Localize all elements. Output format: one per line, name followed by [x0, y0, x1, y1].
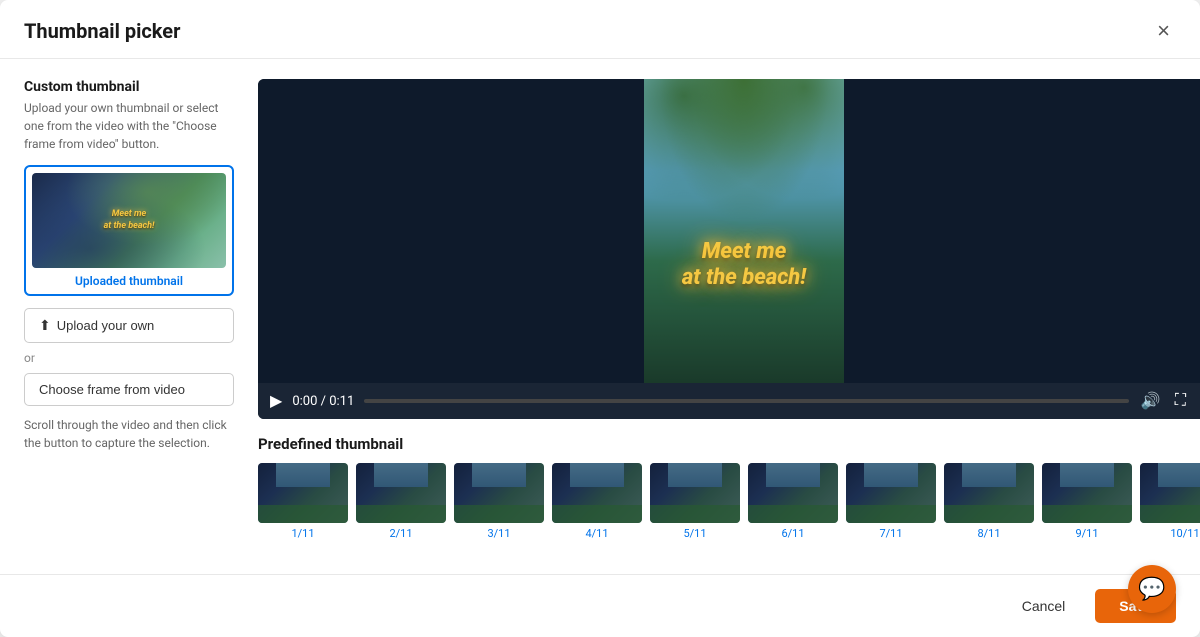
thumbnail-image: [846, 463, 936, 523]
thumbnail-label: 3/11: [487, 527, 510, 540]
thumbnail-item[interactable]: 2/11: [356, 463, 446, 540]
thumbnail-item[interactable]: 6/11: [748, 463, 838, 540]
thumbnail-item[interactable]: 10/11: [1140, 463, 1200, 540]
or-divider: or: [24, 351, 234, 365]
custom-thumbnail-title: Custom thumbnail: [24, 79, 234, 95]
thumbnail-label: 8/11: [977, 527, 1000, 540]
thumbnail-image: [650, 463, 740, 523]
thumbnail-label: 10/11: [1170, 527, 1199, 540]
thumb-green-area: [748, 505, 838, 523]
thumbnail-label: 7/11: [879, 527, 902, 540]
thumb-green-area: [454, 505, 544, 523]
close-button[interactable]: ×: [1151, 18, 1176, 44]
thumbnail-image: [944, 463, 1034, 523]
video-player[interactable]: Meet me at the beach! ▶ 0:00 / 0:11 🔊 ⛶ …: [258, 79, 1200, 419]
thumbnail-image: [454, 463, 544, 523]
thumb-green-area: [356, 505, 446, 523]
thumbnail-image: [748, 463, 838, 523]
modal-title: Thumbnail picker: [24, 19, 180, 43]
fullscreen-button[interactable]: ⛶: [1173, 392, 1188, 410]
thumb-green-area: [552, 505, 642, 523]
thumbnails-scroll-container[interactable]: 1/11 2/11 3/11 4/11 5/11 6/11 7/11 8/11 9/11 10/1…: [258, 463, 1200, 544]
modal-header: Thumbnail picker ×: [0, 0, 1200, 59]
chat-icon: 💬: [1138, 577, 1165, 602]
thumbnail-label: 4/11: [585, 527, 608, 540]
right-panel: Meet me at the beach! ▶ 0:00 / 0:11 🔊 ⛶ …: [258, 79, 1200, 574]
thumbnail-item[interactable]: 1/11: [258, 463, 348, 540]
selected-thumbnail-box[interactable]: Meet meat the beach! Uploaded thumbnail: [24, 165, 234, 296]
thumb-green-area: [846, 505, 936, 523]
video-palm-area: Meet me at the beach!: [644, 79, 844, 383]
thumb-green-area: [650, 505, 740, 523]
thumbnail-picker-modal: Thumbnail picker × Custom thumbnail Uplo…: [0, 0, 1200, 637]
thumbnail-label: 1/11: [291, 527, 314, 540]
upload-icon: ⬆: [39, 317, 51, 334]
cancel-button[interactable]: Cancel: [1004, 590, 1084, 622]
thumbnail-text-overlay: Meet meat the beach!: [104, 209, 155, 232]
play-button[interactable]: ▶: [270, 391, 282, 411]
upload-own-button[interactable]: ⬆ Upload your own: [24, 308, 234, 343]
thumbnail-label: 9/11: [1075, 527, 1098, 540]
palm-leaves: [644, 79, 844, 246]
thumbnail-uploaded-label: Uploaded thumbnail: [32, 274, 226, 288]
thumbnail-image: [356, 463, 446, 523]
chat-bubble-button[interactable]: 💬: [1128, 565, 1176, 613]
thumb-green-area: [1140, 505, 1200, 523]
volume-button[interactable]: 🔊: [1139, 391, 1163, 411]
thumbnail-item[interactable]: 4/11: [552, 463, 642, 540]
custom-thumbnail-desc: Upload your own thumbnail or select one …: [24, 99, 234, 153]
video-content: Meet me at the beach!: [258, 79, 1200, 383]
thumbnail-image: [1140, 463, 1200, 523]
choose-frame-button[interactable]: Choose frame from video: [24, 373, 234, 406]
thumbnail-label: 6/11: [781, 527, 804, 540]
thumb-green-area: [258, 505, 348, 523]
video-palm-text: Meet me at the beach!: [682, 239, 806, 292]
video-controls-bar: ▶ 0:00 / 0:11 🔊 ⛶ ⋮: [258, 383, 1200, 419]
thumbnail-item[interactable]: 9/11: [1042, 463, 1132, 540]
scroll-hint-text: Scroll through the video and then click …: [24, 416, 234, 452]
predefined-title: Predefined thumbnail: [258, 435, 1200, 453]
upload-own-label: Upload your own: [57, 318, 155, 333]
thumb-green-area: [944, 505, 1034, 523]
thumbnail-item[interactable]: 7/11: [846, 463, 936, 540]
thumbnail-image: [552, 463, 642, 523]
progress-bar[interactable]: [364, 399, 1129, 403]
thumbnail-preview-image: Meet meat the beach!: [32, 173, 226, 268]
thumbnail-label: 5/11: [683, 527, 706, 540]
modal-body: Custom thumbnail Upload your own thumbna…: [0, 59, 1200, 574]
time-display: 0:00 / 0:11: [292, 394, 354, 409]
thumb-green-area: [1042, 505, 1132, 523]
thumbnail-item[interactable]: 3/11: [454, 463, 544, 540]
left-panel: Custom thumbnail Upload your own thumbna…: [24, 79, 234, 574]
modal-footer: Cancel Save: [0, 574, 1200, 637]
predefined-section: Predefined thumbnail 1/11 2/11 3/11 4/11 5/1…: [258, 435, 1200, 544]
thumbnail-item[interactable]: 8/11: [944, 463, 1034, 540]
thumbnail-label: 2/11: [389, 527, 412, 540]
thumbnail-image: [1042, 463, 1132, 523]
thumbnail-item[interactable]: 5/11: [650, 463, 740, 540]
thumbnail-image: [258, 463, 348, 523]
